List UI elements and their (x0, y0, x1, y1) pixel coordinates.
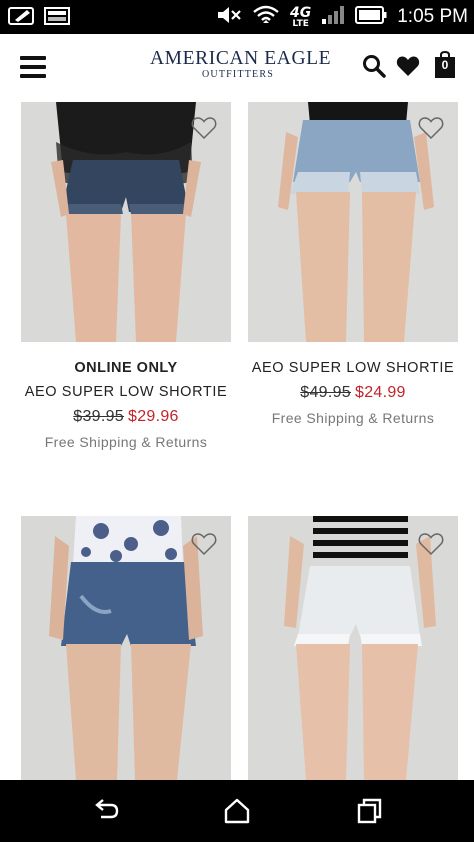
battery-icon (355, 5, 387, 29)
shipping-note: Free Shipping & Returns (44, 434, 208, 450)
edit-notification-icon (8, 6, 36, 31)
product-prices: $39.95 $29.96 (11, 404, 241, 430)
brand-name: AMERICAN EAGLE (150, 48, 332, 69)
wishlist-heart-icon[interactable] (191, 532, 217, 556)
bag-count: 0 (441, 58, 449, 72)
wishlist-heart-icon[interactable] (191, 116, 217, 140)
heart-icon[interactable] (396, 55, 420, 82)
brand-subtitle: OUTFITTERS (202, 69, 274, 80)
system-nav-bar (0, 780, 474, 842)
recent-apps-icon[interactable] (355, 796, 385, 826)
app-header: AMERICAN EAGLE OUTFITTERS 0 (0, 34, 474, 100)
image-notification-icon (44, 6, 70, 31)
product-name[interactable]: AEO SUPER LOW SHORTIE (11, 380, 241, 404)
product-name[interactable]: AEO SUPER LOW SHORTIE (238, 356, 468, 380)
brand-logo[interactable]: AMERICAN EAGLE OUTFITTERS (150, 48, 332, 81)
signal-icon (321, 5, 345, 30)
product-prices: $49.95 $24.99 (238, 380, 468, 406)
network-type: 4G (290, 4, 312, 21)
sale-price: $29.96 (128, 408, 179, 425)
shopping-bag-icon[interactable]: 0 (434, 51, 456, 79)
shipping-note: Free Shipping & Returns (271, 410, 435, 426)
wifi-icon (252, 4, 280, 31)
original-price: $39.95 (73, 408, 124, 425)
search-icon[interactable] (362, 54, 386, 83)
network-indicator: 4G LTE (290, 6, 311, 29)
wishlist-heart-icon[interactable] (418, 532, 444, 556)
back-icon[interactable] (91, 796, 121, 826)
home-icon[interactable] (222, 796, 252, 826)
network-subtype: LTE (292, 18, 309, 29)
sale-price: $24.99 (355, 384, 406, 401)
status-bar: 4G LTE 1:05 PM (0, 0, 474, 34)
volume-mute-icon (216, 5, 242, 30)
product-info: ONLINE ONLY AEO SUPER LOW SHORTIE $39.95… (11, 356, 241, 454)
original-price: $49.95 (300, 384, 351, 401)
clock: 1:05 PM (397, 6, 468, 27)
product-info: AEO SUPER LOW SHORTIE $49.95 $24.99 Free … (238, 356, 468, 430)
menu-icon[interactable] (20, 56, 46, 78)
wishlist-heart-icon[interactable] (418, 116, 444, 140)
product-tag: ONLINE ONLY (74, 360, 178, 376)
